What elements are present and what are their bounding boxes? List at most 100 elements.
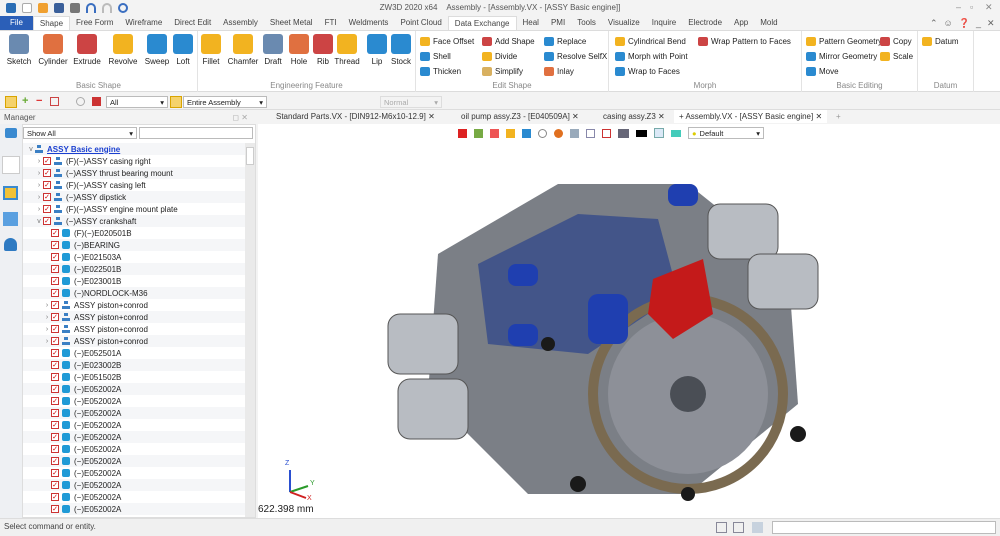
visibility-checkbox[interactable]: ✓ bbox=[51, 265, 59, 273]
minimize-icon[interactable]: – bbox=[956, 2, 966, 12]
visibility-checkbox[interactable]: ✓ bbox=[51, 337, 59, 345]
sketch-button[interactable]: Sketch bbox=[2, 34, 36, 66]
tree-item[interactable]: ✓ (−)E052501A bbox=[23, 347, 245, 359]
appearance-icon[interactable] bbox=[554, 128, 563, 138]
visibility-checkbox[interactable]: ✓ bbox=[51, 397, 59, 405]
save-icon[interactable] bbox=[54, 3, 64, 13]
regen-icon[interactable] bbox=[118, 3, 128, 13]
undo-icon[interactable] bbox=[86, 3, 96, 13]
wrap-pattern-to-faces-button[interactable]: Wrap Pattern to Faces bbox=[698, 35, 791, 47]
resolve-selfx-button[interactable]: Resolve SelfX bbox=[544, 50, 607, 62]
replace-button[interactable]: Replace bbox=[544, 35, 586, 47]
expand-icon[interactable]: › bbox=[35, 206, 43, 213]
visibility-checkbox[interactable]: ✓ bbox=[43, 157, 51, 165]
tree-item[interactable]: ✓ (−)E051502B bbox=[23, 371, 245, 383]
black-bg-icon[interactable] bbox=[636, 129, 647, 137]
tab-file[interactable]: File bbox=[0, 16, 33, 30]
tree-item[interactable]: › ✓ (F)(−)ASSY casing left bbox=[23, 179, 245, 191]
tab-weldments[interactable]: Weldments bbox=[343, 16, 395, 30]
show-filter-select[interactable]: Show All ▾ bbox=[23, 127, 137, 139]
tree-item[interactable]: › ✓ ASSY piston+conrod bbox=[23, 335, 245, 347]
tree-search-input[interactable] bbox=[139, 127, 253, 139]
open-file-icon[interactable] bbox=[38, 3, 48, 13]
parts-library-icon[interactable] bbox=[3, 186, 18, 200]
visibility-checkbox[interactable]: ✓ bbox=[51, 361, 59, 369]
collapse-ribbon-icon[interactable]: ⌃ bbox=[930, 18, 938, 29]
tool-icon[interactable] bbox=[490, 128, 499, 138]
visibility-checkbox[interactable]: ✓ bbox=[51, 445, 59, 453]
tab-point-cloud[interactable]: Point Cloud bbox=[394, 16, 447, 30]
visibility-checkbox[interactable]: ✓ bbox=[51, 385, 59, 393]
help-icon[interactable]: ❓ bbox=[959, 18, 970, 29]
expand-icon[interactable]: › bbox=[43, 302, 51, 309]
tree-root[interactable]: v ASSY Basic engine bbox=[23, 143, 245, 155]
visibility-checkbox[interactable]: ✓ bbox=[51, 481, 59, 489]
visibility-checkbox[interactable]: ✓ bbox=[51, 421, 59, 429]
tree-item[interactable]: v ✓ (−)ASSY crankshaft bbox=[23, 215, 245, 227]
visibility-checkbox[interactable]: ✓ bbox=[51, 349, 59, 357]
tab-shape[interactable]: Shape bbox=[32, 16, 71, 30]
view-icon[interactable] bbox=[538, 128, 547, 138]
image-icon[interactable] bbox=[3, 212, 18, 226]
expand-icon[interactable]: › bbox=[35, 182, 43, 189]
add-shape-button[interactable]: Add Shape bbox=[482, 35, 535, 47]
restore-icon[interactable]: ▫ bbox=[970, 2, 980, 12]
new-file-icon[interactable] bbox=[22, 3, 32, 13]
visibility-checkbox[interactable]: ✓ bbox=[51, 469, 59, 477]
chamfer-button[interactable]: Chamfer bbox=[226, 34, 260, 66]
extrude-button[interactable]: Extrude bbox=[70, 34, 104, 66]
tab-tools[interactable]: Tools bbox=[571, 16, 602, 30]
tree-item[interactable]: ✓ (−)E052002A bbox=[23, 383, 245, 395]
tree-item[interactable]: ✓ (F)(−)E020501B bbox=[23, 227, 245, 239]
visibility-checkbox[interactable]: ✓ bbox=[51, 493, 59, 501]
layer-icon[interactable] bbox=[671, 129, 681, 137]
tree-item[interactable]: ✓ (−)E052002A bbox=[23, 479, 245, 491]
doc-tab[interactable]: casing assy.Z3 ✕ bbox=[603, 112, 665, 121]
collapse-icon[interactable]: v bbox=[27, 146, 35, 153]
command-input[interactable] bbox=[772, 521, 996, 534]
filter-icon[interactable] bbox=[92, 97, 101, 106]
visibility-checkbox[interactable]: ✓ bbox=[51, 277, 59, 285]
tab-mold[interactable]: Mold bbox=[754, 16, 783, 30]
doc-tab-active[interactable]: + Assembly.VX - [ASSY Basic engine] ✕ bbox=[674, 110, 828, 123]
visibility-checkbox[interactable]: ✓ bbox=[51, 313, 59, 321]
morph-with-point-button[interactable]: Morph with Point bbox=[615, 50, 688, 62]
tree-item[interactable]: › ✓ (−)ASSY thrust bearing mount bbox=[23, 167, 245, 179]
visibility-checkbox[interactable]: ✓ bbox=[43, 169, 51, 177]
roles-icon[interactable] bbox=[4, 238, 17, 251]
datum-button[interactable]: Datum bbox=[922, 35, 959, 47]
tree-item[interactable]: › ✓ ASSY piston+conrod bbox=[23, 323, 245, 335]
tree-item[interactable]: ✓ (−)E052002A bbox=[23, 419, 245, 431]
tree-item[interactable]: ✓ (−)E052002A bbox=[23, 491, 245, 503]
tree-item[interactable]: ✓ (−)E052002A bbox=[23, 431, 245, 443]
tree-item[interactable]: › ✓ (F)(−)ASSY engine mount plate bbox=[23, 203, 245, 215]
pick-icon[interactable] bbox=[5, 96, 17, 108]
visibility-checkbox[interactable]: ✓ bbox=[43, 205, 51, 213]
filter-select[interactable]: All ▾ bbox=[106, 96, 168, 108]
new-tab-button[interactable]: + bbox=[836, 112, 841, 121]
tab-visualize[interactable]: Visualize bbox=[602, 16, 646, 30]
close-tab-icon[interactable]: ✕ bbox=[428, 112, 435, 121]
doc-tab[interactable]: oil pump assy.Z3 - [E040509A] ✕ bbox=[461, 112, 579, 121]
add-icon[interactable]: + bbox=[22, 96, 28, 107]
close-tab-icon[interactable]: ✕ bbox=[658, 112, 665, 121]
box-select-icon[interactable] bbox=[50, 97, 59, 106]
tree-item[interactable]: ✓ (−)E052002A bbox=[23, 407, 245, 419]
collapse-icon[interactable]: v bbox=[35, 218, 43, 225]
tab-app[interactable]: App bbox=[728, 16, 754, 30]
user-icon[interactable]: ☺ bbox=[944, 18, 953, 29]
tab-heal[interactable]: Heal bbox=[517, 16, 545, 30]
face-offset-button[interactable]: Face Offset bbox=[420, 35, 474, 47]
expand-icon[interactable]: › bbox=[43, 314, 51, 321]
history-icon[interactable] bbox=[5, 128, 17, 138]
doc-close-icon[interactable]: ✕ bbox=[987, 18, 995, 29]
divide-button[interactable]: Divide bbox=[482, 50, 517, 62]
doc-tab[interactable]: Standard Parts.VX - [DIN912-M6x10-12.9] … bbox=[276, 112, 435, 121]
tree-item[interactable]: › ✓ (F)(−)ASSY casing right bbox=[23, 155, 245, 167]
tab-inquire[interactable]: Inquire bbox=[646, 16, 682, 30]
tab-pmi[interactable]: PMI bbox=[545, 16, 571, 30]
tree-item[interactable]: ✓ (−)E052002A bbox=[23, 503, 245, 515]
visibility-checkbox[interactable]: ✓ bbox=[43, 217, 51, 225]
revolve-button[interactable]: Revolve bbox=[106, 34, 140, 66]
tree-item[interactable]: ✓ (−)NORDLOCK-M36 bbox=[23, 287, 245, 299]
